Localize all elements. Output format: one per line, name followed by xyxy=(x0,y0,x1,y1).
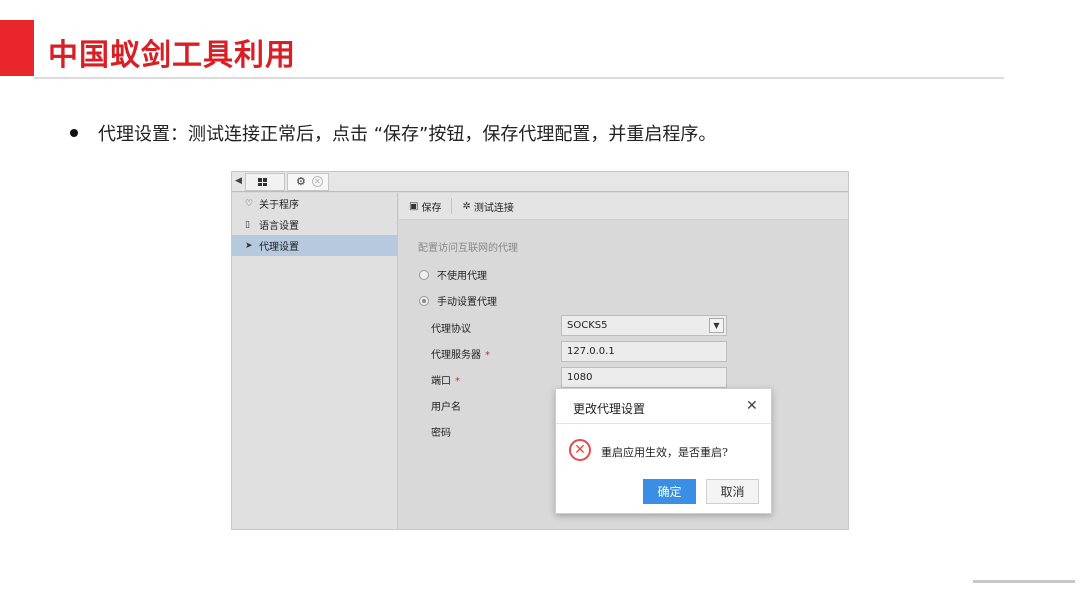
server-input[interactable]: 127.0.0.1 xyxy=(561,341,727,362)
footer-divider xyxy=(973,580,1075,583)
tab-bar: ◀ ⚙ ✕ xyxy=(232,172,848,192)
sidebar-item-label: 代理设置 xyxy=(259,242,299,253)
required-marker: * xyxy=(455,376,460,387)
confirm-dialog: 更改代理设置 ✕ ✕ 重启应用生效，是否重启? 确定 取消 xyxy=(555,388,772,514)
password-label: 密码 xyxy=(431,428,451,439)
page-title: 中国蚁剑工具利用 xyxy=(48,38,296,73)
section-label: 配置访问互联网的代理 xyxy=(418,243,518,254)
title-divider xyxy=(34,77,1004,79)
title-accent-bar xyxy=(0,20,34,76)
port-input[interactable]: 1080 xyxy=(561,367,727,388)
sidebar-item-label: 语言设置 xyxy=(259,221,299,232)
port-label: 端口 * xyxy=(431,372,460,387)
close-icon[interactable]: ✕ xyxy=(746,398,758,414)
required-marker: * xyxy=(485,350,490,361)
protocol-value: SOCKS5 xyxy=(567,320,608,331)
username-label: 用户名 xyxy=(431,402,461,413)
server-label: 代理服务器 * xyxy=(431,346,490,361)
radio-label: 手动设置代理 xyxy=(437,297,497,308)
close-tab-icon[interactable]: ✕ xyxy=(312,176,323,187)
save-icon: ▣ xyxy=(409,200,419,212)
protocol-select[interactable]: SOCKS5 ▼ xyxy=(561,315,727,336)
scroll-left-icon[interactable]: ◀ xyxy=(235,176,242,186)
bullet-dot-icon xyxy=(70,129,78,137)
settings-sidebar: ♡ 关于程序 ▯ 语言设置 ➤ 代理设置 xyxy=(232,193,398,529)
radio-no-proxy[interactable]: 不使用代理 xyxy=(419,267,487,282)
grid-icon xyxy=(258,178,267,186)
protocol-label: 代理协议 xyxy=(431,324,471,335)
radio-button[interactable] xyxy=(419,269,429,280)
send-icon: ➤ xyxy=(245,240,253,251)
toolbar: ▣ 保存 ✲ 测试连接 xyxy=(399,193,848,220)
spinner-icon: ✲ xyxy=(462,200,471,212)
save-button-label: 保存 xyxy=(421,202,442,214)
error-icon: ✕ xyxy=(569,439,591,461)
sidebar-item-language[interactable]: ▯ 语言设置 xyxy=(232,214,397,235)
bullet-text: 代理设置：测试连接正常后，点击 “保存”按钮，保存代理配置，并重启程序。 xyxy=(98,124,717,145)
save-button[interactable]: ▣ 保存 xyxy=(399,199,451,214)
gear-icon: ⚙ xyxy=(296,175,306,188)
chevron-down-icon[interactable]: ▼ xyxy=(709,318,724,333)
bullet-point: 代理设置：测试连接正常后，点击 “保存”按钮，保存代理配置，并重启程序。 xyxy=(70,120,716,146)
sidebar-item-proxy[interactable]: ➤ 代理设置 xyxy=(232,235,397,256)
dialog-divider xyxy=(556,423,771,424)
ok-button[interactable]: 确定 xyxy=(643,479,696,504)
language-icon: ▯ xyxy=(245,219,250,230)
dialog-message: 重启应用生效，是否重启? xyxy=(601,446,728,459)
dialog-title: 更改代理设置 xyxy=(573,402,646,416)
test-connection-button[interactable]: ✲ 测试连接 xyxy=(452,199,523,214)
radio-label: 不使用代理 xyxy=(437,271,487,282)
sidebar-item-about[interactable]: ♡ 关于程序 xyxy=(232,193,397,214)
radio-button-selected[interactable] xyxy=(419,295,429,306)
tab-settings[interactable]: ⚙ ✕ xyxy=(287,173,329,191)
sidebar-item-label: 关于程序 xyxy=(259,200,299,211)
cancel-button[interactable]: 取消 xyxy=(706,479,759,504)
port-label-text: 端口 xyxy=(431,376,451,387)
tab-home[interactable] xyxy=(245,173,285,191)
test-connection-label: 测试连接 xyxy=(473,202,514,214)
heart-icon: ♡ xyxy=(245,198,254,209)
server-label-text: 代理服务器 xyxy=(431,350,481,361)
radio-manual-proxy[interactable]: 手动设置代理 xyxy=(419,293,497,308)
